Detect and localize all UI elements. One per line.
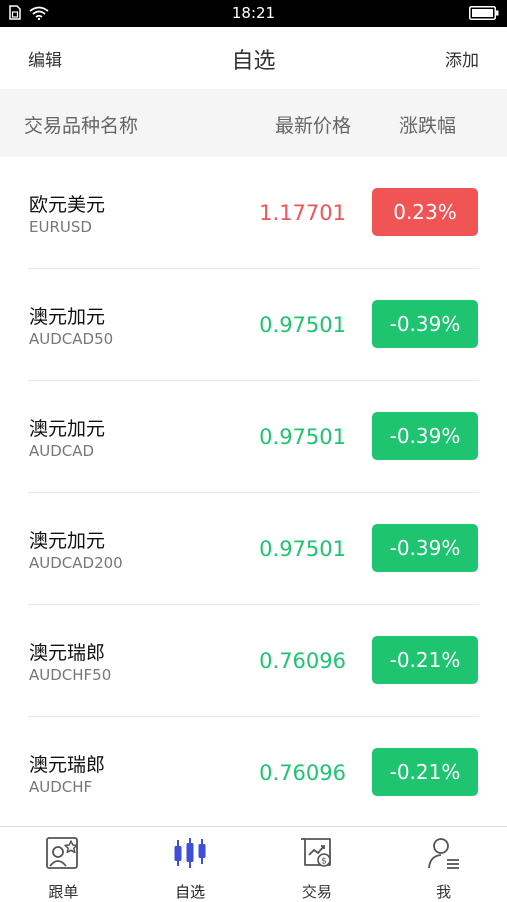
- latest-price: 0.97501: [259, 425, 346, 449]
- latest-price: 0.76096: [259, 649, 346, 673]
- battery-icon: [469, 6, 499, 20]
- change-badge[interactable]: -0.21%: [372, 748, 478, 796]
- tab-label: 我: [436, 883, 452, 901]
- change-badge[interactable]: 0.23%: [372, 188, 478, 236]
- status-time: 18:21: [231, 4, 276, 22]
- symbol-code: AUDCAD50: [29, 330, 114, 348]
- profile-icon: [427, 838, 459, 869]
- nav-bar: 编辑 自选 添加: [0, 27, 507, 89]
- follow-star-icon: [46, 837, 79, 869]
- symbol-name: 澳元加元: [29, 306, 106, 328]
- symbol-code: AUDCAD: [29, 442, 95, 460]
- list-item[interactable]: 欧元美元 EURUSD 1.17701 0.23%: [0, 157, 507, 269]
- symbol-code: AUDCHF50: [29, 666, 112, 684]
- candlestick-icon: [174, 838, 206, 868]
- symbol-code: AUDCAD200: [29, 554, 123, 572]
- bottom-tab-bar: 跟单 自选 $ 交易 我: [0, 826, 507, 902]
- trade-chart-icon: $: [300, 838, 331, 867]
- symbol-name: 澳元加元: [29, 530, 106, 552]
- latest-price: 1.17701: [259, 201, 346, 225]
- symbol-name: 澳元瑞郎: [29, 754, 106, 776]
- tab-watchlist[interactable]: 自选: [127, 827, 254, 902]
- latest-price: 0.97501: [259, 537, 346, 561]
- edit-button[interactable]: 编辑: [28, 46, 62, 71]
- list-item[interactable]: 澳元加元 AUDCAD50 0.97501 -0.39%: [0, 269, 507, 381]
- header-price: 最新价格: [274, 115, 351, 137]
- page-title: 自选: [231, 49, 276, 74]
- tab-label: 交易: [301, 883, 332, 901]
- svg-text:$: $: [321, 857, 327, 867]
- change-badge[interactable]: -0.39%: [372, 412, 478, 460]
- status-bar: 18:21: [0, 0, 507, 27]
- watchlist: 欧元美元 EURUSD 1.17701 0.23% 澳元加元 AUDCAD50 …: [0, 157, 507, 829]
- header-name: 交易品种名称: [24, 115, 139, 137]
- tab-follow[interactable]: 跟单: [0, 827, 127, 902]
- latest-price: 0.76096: [259, 761, 346, 785]
- tab-trade[interactable]: $ 交易: [254, 827, 381, 902]
- list-item[interactable]: 澳元瑞郎 AUDCHF 0.76096 -0.21%: [0, 717, 507, 829]
- change-badge[interactable]: -0.39%: [372, 300, 478, 348]
- tab-me[interactable]: 我: [380, 827, 507, 902]
- symbol-code: AUDCHF: [29, 778, 93, 796]
- symbol-name: 澳元瑞郎: [29, 642, 106, 664]
- header-change: 涨跌幅: [398, 115, 456, 137]
- tab-label: 自选: [175, 883, 206, 901]
- symbol-name: 欧元美元: [29, 194, 106, 216]
- symbol-code: EURUSD: [29, 218, 92, 236]
- change-badge[interactable]: -0.39%: [372, 524, 478, 572]
- change-badge[interactable]: -0.21%: [372, 636, 478, 684]
- list-item[interactable]: 澳元瑞郎 AUDCHF50 0.76096 -0.21%: [0, 605, 507, 717]
- list-item[interactable]: 澳元加元 AUDCAD 0.97501 -0.39%: [0, 381, 507, 493]
- latest-price: 0.97501: [259, 313, 346, 337]
- tab-label: 跟单: [48, 883, 79, 901]
- list-item[interactable]: 澳元加元 AUDCAD200 0.97501 -0.39%: [0, 493, 507, 605]
- add-button[interactable]: 添加: [445, 46, 479, 71]
- symbol-name: 澳元加元: [29, 418, 106, 440]
- column-header: 交易品种名称 最新价格 涨跌幅: [0, 89, 507, 157]
